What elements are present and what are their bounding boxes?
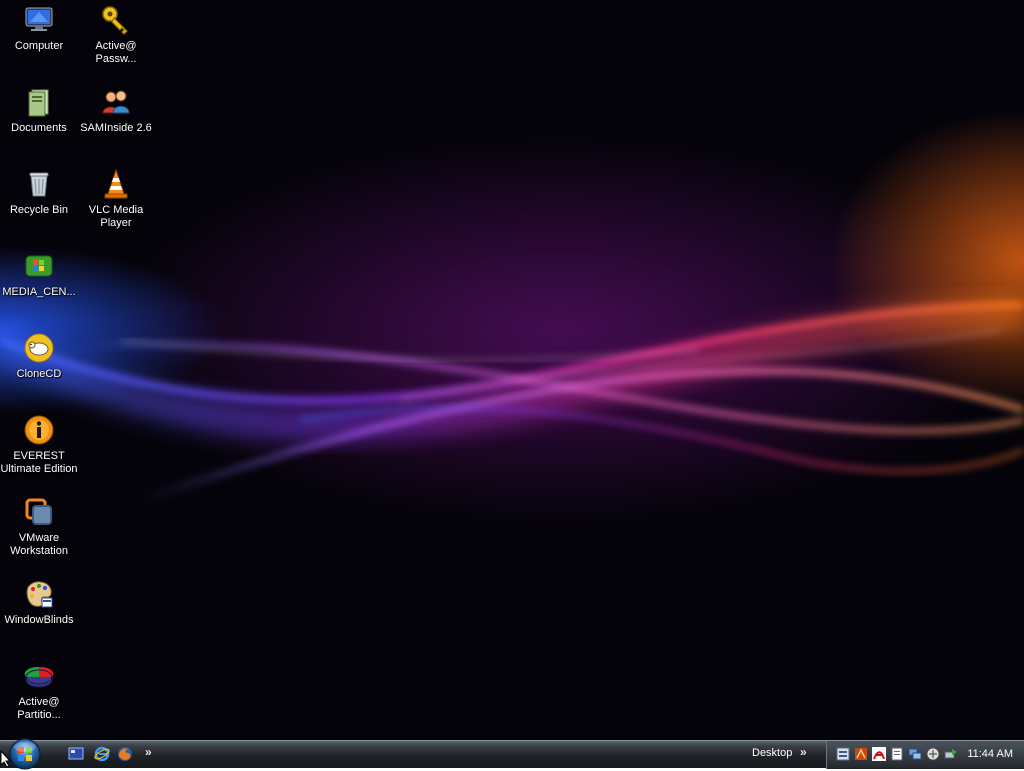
desktop-icon-label: SAMInside 2.6 — [80, 122, 152, 134]
firefox-icon[interactable] — [117, 746, 133, 762]
app-icon[interactable] — [836, 747, 850, 761]
safely-remove-icon[interactable] — [944, 747, 958, 761]
acrobat-icon[interactable] — [872, 747, 886, 761]
desktop-icon-saminside[interactable]: SAMInside 2.6 — [77, 86, 155, 135]
media-center-icon — [25, 255, 53, 277]
desktop-toolbar-more-chevron[interactable]: » — [800, 745, 807, 759]
document-icon[interactable] — [890, 747, 904, 761]
desktop-icon-active-partition[interactable]: Active@ Partitio... — [0, 660, 78, 722]
desktop-icon-vmware[interactable]: VMware Workstation — [0, 496, 78, 558]
pie-disk-icon — [24, 666, 54, 688]
documents-folder-icon — [28, 89, 49, 117]
security-icon[interactable] — [926, 747, 940, 761]
desktop-icon-computer[interactable]: Computer — [0, 4, 78, 53]
recycle-bin-icon — [29, 172, 49, 197]
desktop-icon-label: EVEREST Ultimate Edition — [0, 450, 78, 475]
desktop[interactable]: Computer Documents Recycle Bin MEDIA_CEN… — [0, 0, 1024, 740]
mouse-cursor-icon — [0, 750, 12, 768]
vmware-icon — [25, 498, 52, 525]
desktop-icon-windowblinds[interactable]: WindowBlinds — [0, 578, 78, 627]
desktop-icon-active-password[interactable]: Active@ Passw... — [77, 4, 155, 66]
antivirus-icon[interactable] — [854, 747, 868, 761]
desktop-icon-label: Active@ Passw... — [95, 40, 137, 65]
desktop-icon-label: VLC Media Player — [88, 204, 144, 229]
desktop-icon-label: Documents — [11, 122, 67, 134]
desktop-icon-media-center[interactable]: MEDIA_CEN... — [0, 250, 78, 299]
desktop-icon-documents[interactable]: Documents — [0, 86, 78, 135]
start-button[interactable] — [8, 737, 42, 771]
desktop-icon-label: MEDIA_CEN... — [2, 286, 76, 298]
internet-explorer-icon[interactable] — [94, 746, 110, 762]
users-icon — [102, 90, 130, 114]
desktop-icon-label: Recycle Bin — [9, 204, 69, 216]
desktop-icon-everest[interactable]: EVEREST Ultimate Edition — [0, 414, 78, 476]
desktop-icon-vlc[interactable]: VLC Media Player — [77, 168, 155, 230]
desktop-icon-label: CloneCD — [16, 368, 62, 380]
desktop-toolbar-label[interactable]: Desktop — [752, 747, 792, 759]
desktop-icon-label: Active@ Partitio... — [17, 696, 61, 721]
key-icon — [102, 6, 128, 35]
info-icon — [24, 415, 54, 445]
desktop-icon-label: Computer — [14, 40, 64, 52]
monitor-icon — [25, 7, 53, 31]
notification-area: 11:44 AM — [826, 741, 1024, 769]
sheep-icon — [24, 333, 54, 363]
taskbar: » Desktop » 11:44 AM — [0, 737, 1024, 771]
clock[interactable]: 11:44 AM — [967, 748, 1013, 760]
traffic-cone-icon — [104, 168, 128, 199]
quick-launch-more-chevron[interactable]: » — [145, 745, 152, 759]
desktop-icon-label: WindowBlinds — [4, 614, 74, 626]
desktop-icon-recycle-bin[interactable]: Recycle Bin — [0, 168, 78, 217]
desktop-icon-label: VMware Workstation — [10, 532, 68, 557]
network-icon[interactable] — [908, 747, 922, 761]
palette-icon — [26, 581, 53, 608]
desktop-icon-clonecd[interactable]: CloneCD — [0, 332, 78, 381]
show-desktop-icon[interactable] — [68, 746, 84, 762]
